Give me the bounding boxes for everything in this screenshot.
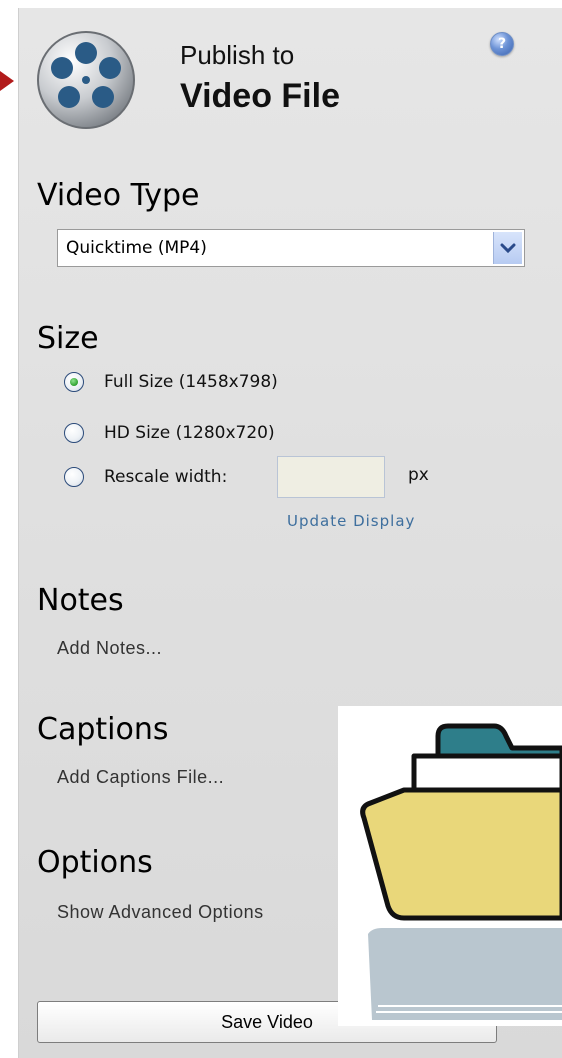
hd-size-option[interactable]: HD Size (1280x720) bbox=[64, 418, 275, 448]
advanced-options-link[interactable]: Show Advanced Options bbox=[57, 902, 264, 923]
px-unit-label: px bbox=[408, 465, 429, 485]
rescale-width-input[interactable] bbox=[277, 456, 385, 498]
hd-size-label: HD Size (1280x720) bbox=[104, 423, 275, 443]
video-type-select[interactable]: Quicktime (MP4) bbox=[57, 229, 525, 267]
video-type-value: Quicktime (MP4) bbox=[66, 238, 207, 258]
help-icon[interactable]: ? bbox=[490, 32, 514, 56]
video-type-heading: Video Type bbox=[37, 178, 200, 213]
full-size-option[interactable]: Full Size (1458x798) bbox=[64, 367, 278, 397]
folder-icon bbox=[360, 723, 562, 1020]
add-captions-link[interactable]: Add Captions File... bbox=[57, 767, 224, 788]
update-display-link[interactable]: Update Display bbox=[287, 512, 415, 530]
options-heading: Options bbox=[37, 845, 153, 880]
notes-heading: Notes bbox=[37, 583, 124, 618]
rescale-radio[interactable] bbox=[64, 467, 84, 487]
add-notes-link[interactable]: Add Notes... bbox=[57, 638, 162, 659]
hd-size-radio[interactable] bbox=[64, 423, 84, 443]
pointer-arrow-icon bbox=[0, 71, 14, 91]
full-size-radio[interactable] bbox=[64, 372, 84, 392]
full-size-label: Full Size (1458x798) bbox=[104, 372, 278, 392]
title-line1: Publish to bbox=[180, 40, 295, 70]
size-heading: Size bbox=[37, 321, 99, 356]
dropdown-arrow-icon[interactable] bbox=[493, 232, 522, 264]
title-line2: Video File bbox=[180, 77, 340, 115]
film-reel-icon bbox=[37, 31, 135, 129]
rescale-option[interactable]: Rescale width: bbox=[64, 462, 227, 492]
rescale-label: Rescale width: bbox=[104, 467, 228, 487]
folder-overlay bbox=[338, 706, 562, 1026]
captions-heading: Captions bbox=[37, 712, 169, 747]
